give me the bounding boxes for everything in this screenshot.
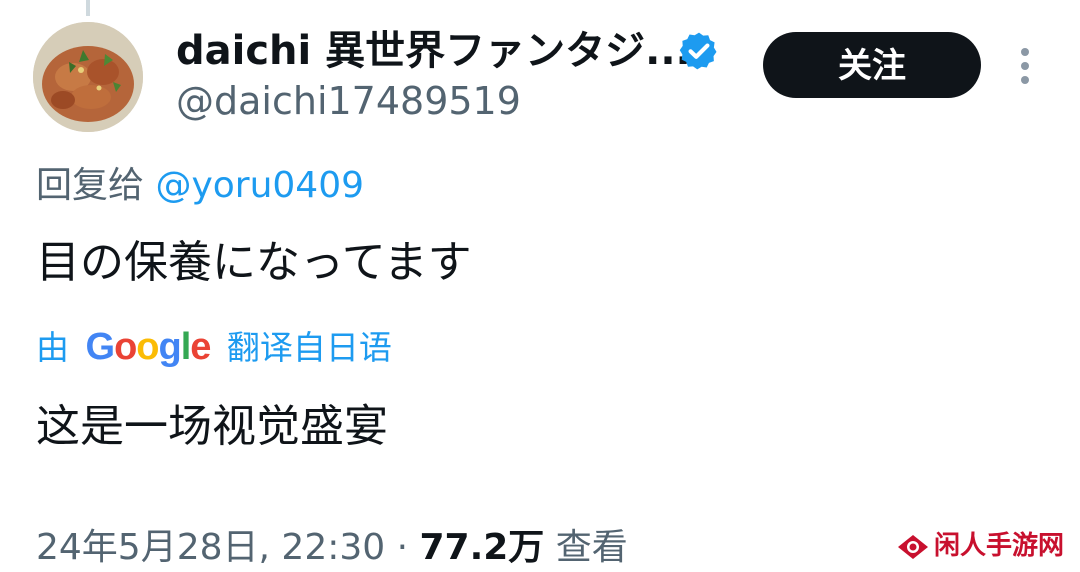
tweet-meta: 24年5月28日, 22:30 · 77.2万 查看 (36, 524, 628, 572)
follow-button[interactable]: 关注 (763, 32, 981, 98)
reply-prefix: 回复给 (36, 165, 156, 206)
views-label: 查看 (544, 527, 628, 568)
avatar-photo (33, 22, 143, 132)
reply-to-handle-link[interactable]: @yoru0409 (155, 165, 364, 206)
watermark-text: 闲人手游网 (934, 531, 1065, 561)
translated-tweet-text: 这是一场视觉盛宴 (36, 401, 388, 452)
avatar[interactable] (33, 22, 143, 132)
thread-connector-line (86, 0, 90, 16)
author-handle[interactable]: @daichi17489519 (176, 78, 521, 124)
google-logo: Google (85, 326, 212, 368)
tweet-text: 目の保養になってます (36, 237, 472, 288)
translation-prefix: 由 (36, 328, 80, 367)
verified-badge-icon (679, 32, 717, 70)
site-watermark: 闲人手游网 (896, 528, 1064, 564)
tweet-timestamp[interactable]: 24年5月28日, 22:30 · (36, 527, 419, 568)
author-display-name[interactable]: daichi 異世界ファンタジ... (176, 26, 691, 76)
more-vertical-icon[interactable] (1010, 44, 1040, 88)
views-count: 77.2万 (419, 527, 545, 568)
watermark-logo-icon (898, 534, 928, 559)
reply-context: 回复给 @yoru0409 (36, 164, 364, 208)
translation-attribution[interactable]: 由 Google 翻译自日语 (36, 325, 392, 370)
translation-suffix: 翻译自日语 (216, 328, 392, 367)
